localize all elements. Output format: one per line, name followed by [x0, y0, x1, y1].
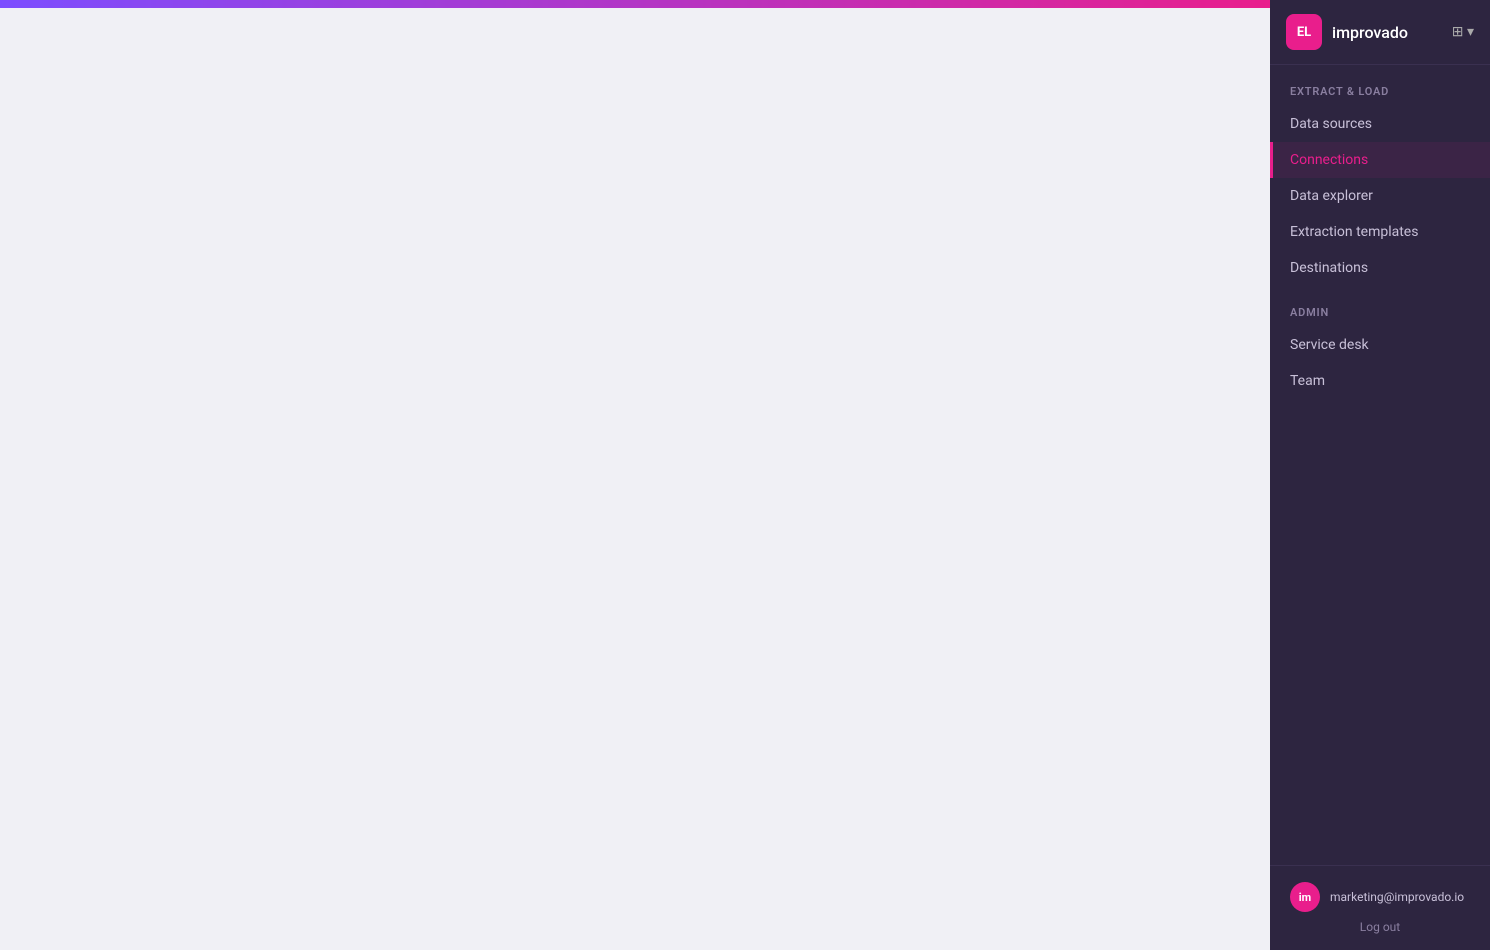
- extract-load-label: EXTRACT & LOAD: [1270, 65, 1490, 106]
- logo-name: improvado: [1332, 23, 1408, 42]
- avatar: im: [1290, 882, 1320, 912]
- logout-button[interactable]: Log out: [1290, 920, 1470, 934]
- sidebar-item-team[interactable]: Team: [1270, 363, 1490, 399]
- sidebar-item-destinations[interactable]: Destinations: [1270, 250, 1490, 286]
- sidebar-header: EL improvado ⊞ ▾: [1270, 0, 1490, 65]
- sidebar-item-data-sources[interactable]: Data sources: [1270, 106, 1490, 142]
- top-accent-bar: [0, 0, 1270, 8]
- service-desk-label: Service desk: [1290, 337, 1369, 353]
- sidebar-item-connections[interactable]: Connections: [1270, 142, 1490, 178]
- user-email: marketing@improvado.io: [1330, 890, 1464, 904]
- sidebar-footer: im marketing@improvado.io Log out: [1270, 865, 1490, 950]
- destinations-label: Destinations: [1290, 260, 1368, 276]
- admin-label: ADMIN: [1270, 286, 1490, 327]
- grid-icon[interactable]: ⊞ ▾: [1452, 24, 1474, 40]
- logo-badge: EL: [1286, 14, 1322, 50]
- team-label: Team: [1290, 373, 1325, 389]
- sidebar-item-data-explorer[interactable]: Data explorer: [1270, 178, 1490, 214]
- sidebar-section-extract: EXTRACT & LOAD Data sources Connections …: [1270, 65, 1490, 286]
- connections-label: Connections: [1290, 152, 1368, 168]
- sidebar: EL improvado ⊞ ▾ EXTRACT & LOAD Data sou…: [1270, 0, 1490, 950]
- extraction-templates-label: Extraction templates: [1290, 224, 1418, 240]
- user-info: im marketing@improvado.io: [1290, 882, 1470, 912]
- data-explorer-label: Data explorer: [1290, 188, 1373, 204]
- sidebar-item-extraction-templates[interactable]: Extraction templates: [1270, 214, 1490, 250]
- sidebar-item-service-desk[interactable]: Service desk: [1270, 327, 1490, 363]
- data-sources-label: Data sources: [1290, 116, 1372, 132]
- sidebar-section-admin: ADMIN Service desk Team: [1270, 286, 1490, 399]
